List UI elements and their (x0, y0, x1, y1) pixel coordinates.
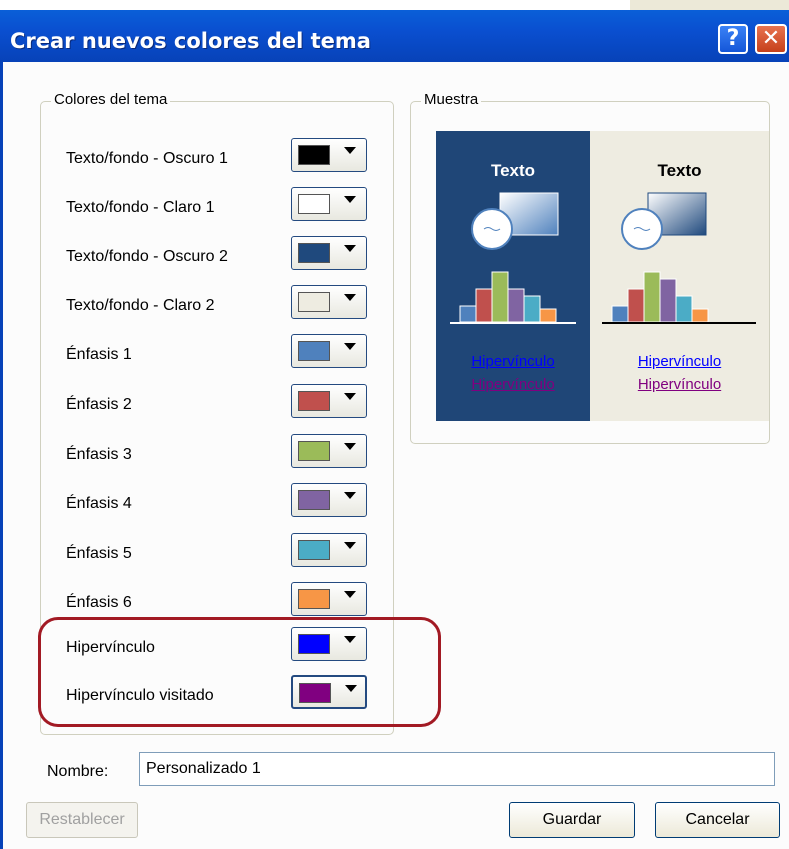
chevron-down-icon (344, 443, 356, 450)
color-swatch (298, 589, 330, 609)
color-swatch (298, 243, 330, 263)
sample-light-text: Texto (657, 161, 702, 180)
chevron-down-icon (344, 542, 356, 549)
chevron-down-icon (344, 196, 356, 203)
hyperlink-highlight-outline (38, 617, 441, 727)
color-picker-button[interactable] (291, 483, 367, 517)
theme-color-label: Énfasis 3 (66, 446, 132, 463)
color-picker-button[interactable] (291, 187, 367, 221)
sample-dark-visited-hyperlink: Hipervínculo (471, 376, 555, 393)
chevron-down-icon (344, 591, 356, 598)
chevron-down-icon (344, 245, 356, 252)
theme-color-label: Énfasis 1 (66, 346, 132, 363)
chevron-down-icon (344, 393, 356, 400)
color-swatch (298, 194, 330, 214)
color-picker-button[interactable] (291, 434, 367, 468)
window-title: Crear nuevos colores del tema (10, 29, 371, 53)
chevron-down-icon (344, 294, 356, 301)
theme-color-label: Énfasis 5 (66, 545, 132, 562)
color-swatch (298, 391, 330, 411)
sample-dark-graphic (450, 192, 576, 324)
theme-color-row: Énfasis 4 (41, 483, 391, 523)
sample-legend: Muestra (421, 91, 482, 108)
theme-color-row: Texto/fondo - Claro 2 (41, 285, 391, 325)
reset-button[interactable]: Restablecer (26, 802, 138, 838)
name-label: Nombre: (47, 763, 109, 780)
color-picker-button[interactable] (291, 334, 367, 368)
chevron-down-icon (344, 343, 356, 350)
theme-color-label: Texto/fondo - Oscuro 2 (66, 248, 228, 265)
color-swatch (298, 145, 330, 165)
theme-color-row: Énfasis 3 (41, 434, 391, 474)
theme-color-row: Énfasis 5 (41, 533, 391, 573)
theme-color-row: Énfasis 1 (41, 334, 391, 374)
color-picker-button[interactable] (291, 236, 367, 270)
color-picker-button[interactable] (291, 533, 367, 567)
color-swatch (298, 490, 330, 510)
sample-light-visited-hyperlink: Hipervínculo (637, 376, 722, 393)
save-button[interactable]: Guardar (509, 802, 635, 838)
sample-dark-panel: Texto Hipervínculo Hipervínculo (436, 131, 590, 421)
theme-color-label: Énfasis 2 (66, 396, 132, 413)
theme-color-row: Texto/fondo - Oscuro 1 (41, 138, 391, 178)
name-input[interactable] (139, 752, 775, 786)
sample-light-graphic (602, 192, 756, 324)
color-swatch (298, 540, 330, 560)
color-picker-button[interactable] (291, 138, 367, 172)
theme-color-row: Texto/fondo - Claro 1 (41, 187, 391, 227)
theme-color-label: Texto/fondo - Oscuro 1 (66, 150, 228, 167)
cancel-button[interactable]: Cancelar (655, 802, 780, 838)
theme-color-label: Énfasis 6 (66, 594, 132, 611)
sample-dark-text: Texto (490, 161, 536, 180)
color-picker-button[interactable] (291, 582, 367, 616)
title-bar: Crear nuevos colores del tema ? ✕ (0, 10, 789, 62)
close-button[interactable]: ✕ (755, 24, 787, 54)
chevron-down-icon (344, 147, 356, 154)
sample-light-hyperlink: Hipervínculo (637, 353, 722, 370)
color-swatch (298, 292, 330, 312)
theme-color-row: Énfasis 2 (41, 384, 391, 424)
theme-color-row: Énfasis 6 (41, 582, 391, 622)
theme-color-label: Texto/fondo - Claro 2 (66, 297, 215, 314)
theme-color-row: Texto/fondo - Oscuro 2 (41, 236, 391, 276)
color-swatch (298, 341, 330, 361)
theme-color-label: Texto/fondo - Claro 1 (66, 199, 215, 216)
chevron-down-icon (344, 492, 356, 499)
color-picker-button[interactable] (291, 285, 367, 319)
sample-light-panel: Texto Hipervínculo Hipervínculo (590, 131, 769, 421)
theme-colors-legend: Colores del tema (51, 91, 171, 108)
theme-color-label: Énfasis 4 (66, 495, 132, 512)
help-button[interactable]: ? (718, 24, 748, 54)
color-picker-button[interactable] (291, 384, 367, 418)
sample-preview: Texto Hipervínculo Hipervínculo Texto Hi… (436, 131, 769, 421)
sample-dark-hyperlink: Hipervínculo (471, 353, 555, 370)
color-swatch (298, 441, 330, 461)
